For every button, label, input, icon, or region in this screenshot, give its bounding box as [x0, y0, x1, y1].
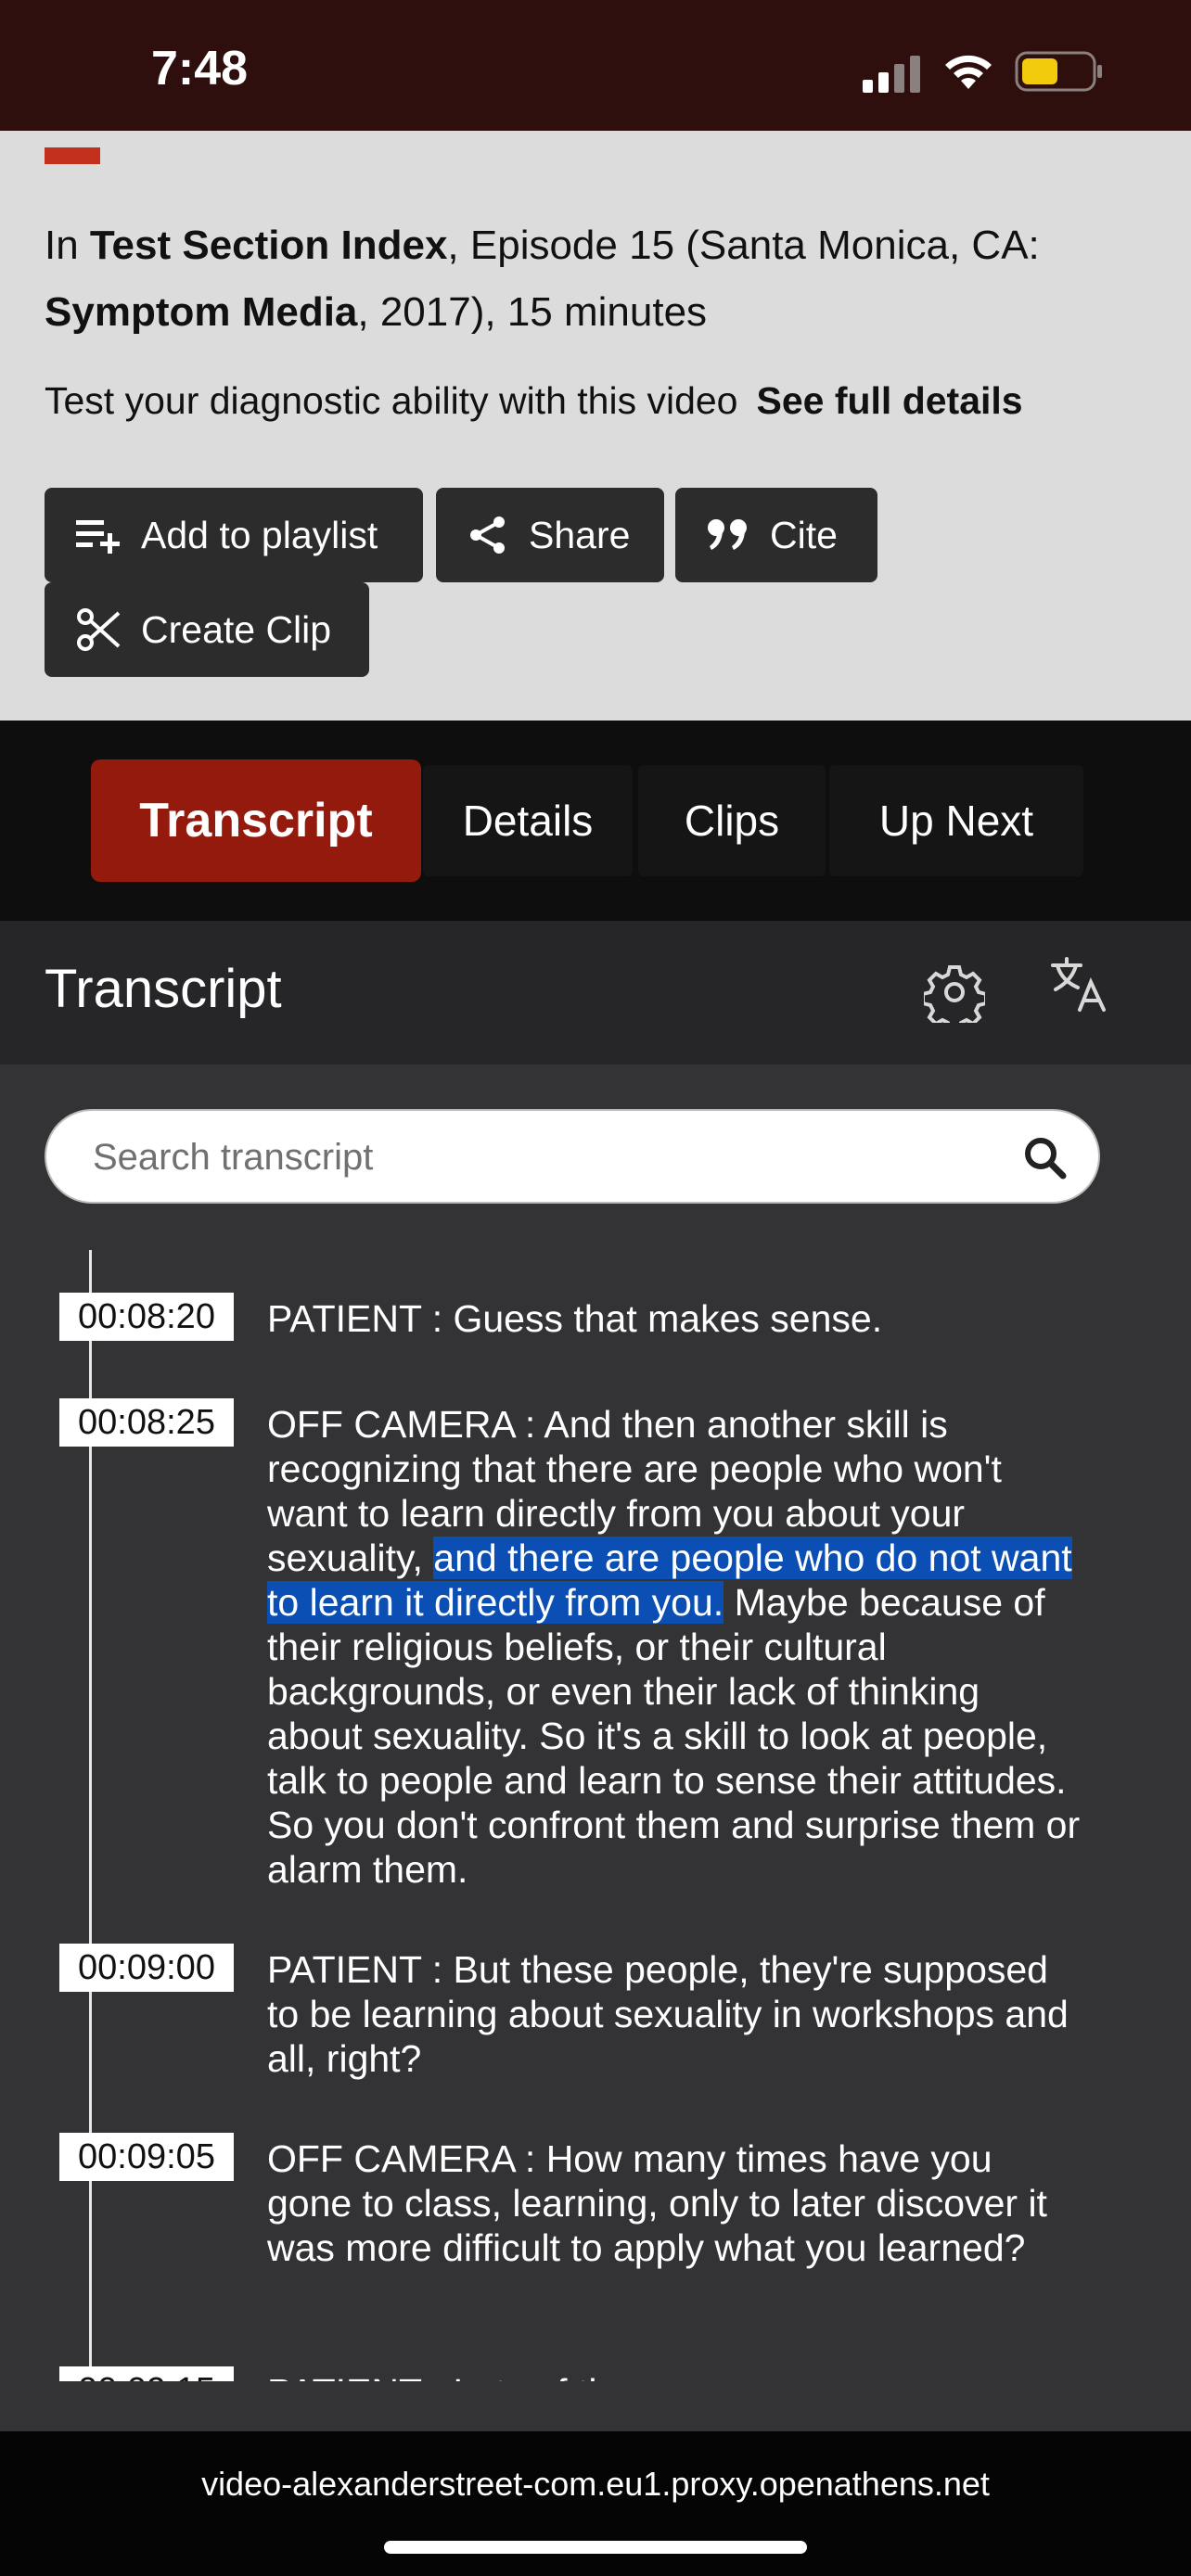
quote-icon — [708, 519, 747, 550]
transcript-text: PATIENT : But these people, they're supp… — [267, 1948, 1069, 2080]
cite-label: Cite — [770, 513, 838, 556]
timestamp-button[interactable]: 00:09:00 — [59, 1944, 234, 1992]
share-button[interactable]: Share — [436, 488, 664, 582]
series-title[interactable]: Test Section Index — [90, 223, 448, 268]
wifi-icon — [945, 55, 992, 89]
timestamp-button[interactable]: 00:09:15 — [59, 2366, 234, 2381]
create-clip-label: Create Clip — [141, 607, 332, 651]
gear-icon[interactable] — [924, 962, 985, 1023]
tab-up-next[interactable]: Up Next — [829, 765, 1083, 876]
transcript-search-bar — [45, 1109, 1100, 1204]
citation-rest: , 2017), 15 minutes — [357, 289, 708, 335]
citation-text: In Test Section Index, Episode 15 (Santa… — [45, 212, 1158, 346]
share-icon — [470, 516, 505, 554]
tab-transcript[interactable]: Transcript — [91, 759, 421, 882]
tagline-text: Test your diagnostic ability with this v… — [45, 379, 738, 422]
transcript-text: PATIENT : Lots of times. — [267, 2370, 1083, 2381]
search-icon[interactable] — [1022, 1135, 1067, 1180]
publisher-name[interactable]: Symptom Media — [45, 289, 357, 335]
transcript-heading: Transcript — [45, 959, 282, 1019]
timestamp-button[interactable]: 00:09:05 — [59, 2133, 234, 2181]
accent-bar — [45, 147, 100, 164]
url-text[interactable]: video-alexanderstreet-com.eu1.proxy.open… — [0, 2465, 1191, 2504]
cite-button[interactable]: Cite — [675, 488, 877, 582]
share-label: Share — [529, 513, 631, 556]
timestamp-button[interactable]: 00:08:25 — [59, 1398, 234, 1447]
transcript-text: PATIENT : Guess that makes sense. — [267, 1297, 883, 1340]
status-time: 7:48 — [151, 42, 249, 96]
video-info-panel: In Test Section Index, Episode 15 (Santa… — [0, 131, 1191, 721]
citation-prefix: In — [45, 223, 90, 268]
tab-clips[interactable]: Clips — [638, 765, 826, 876]
timestamp-button[interactable]: 00:08:20 — [59, 1293, 234, 1341]
status-bar: 7:48 — [0, 0, 1191, 131]
home-indicator[interactable] — [384, 2541, 807, 2554]
tab-bar: Transcript Details Clips Up Next — [0, 721, 1191, 921]
battery-icon — [1015, 51, 1102, 92]
create-clip-button[interactable]: Create Clip — [45, 582, 369, 677]
cellular-signal-icon — [863, 56, 920, 93]
playlist-add-icon — [76, 520, 120, 554]
transcript-header: Transcript — [0, 921, 1191, 1065]
tab-details[interactable]: Details — [423, 765, 633, 876]
see-full-details-link[interactable]: See full details — [756, 379, 1022, 422]
video-tagline: Test your diagnostic ability with this v… — [45, 379, 1023, 423]
transcript-list: 00:08:20 PATIENT : Guess that makes sens… — [0, 1250, 1191, 2381]
add-to-playlist-button[interactable]: Add to playlist — [45, 488, 423, 582]
transcript-text: OFF CAMERA : And then another skill is r… — [267, 1402, 1083, 1892]
search-input[interactable] — [91, 1111, 985, 1204]
transcript-text-segment: Maybe because of their religious beliefs… — [267, 1581, 1081, 1891]
add-to-playlist-label: Add to playlist — [141, 513, 378, 556]
transcript-text: OFF CAMERA : How many times have you gon… — [267, 2137, 1047, 2269]
citation-episode: , Episode 15 (Santa Monica, CA: — [447, 223, 1040, 268]
browser-url-bar: video-alexanderstreet-com.eu1.proxy.open… — [0, 2431, 1191, 2576]
translate-icon[interactable] — [1050, 956, 1108, 1014]
scissors-icon — [77, 608, 121, 651]
